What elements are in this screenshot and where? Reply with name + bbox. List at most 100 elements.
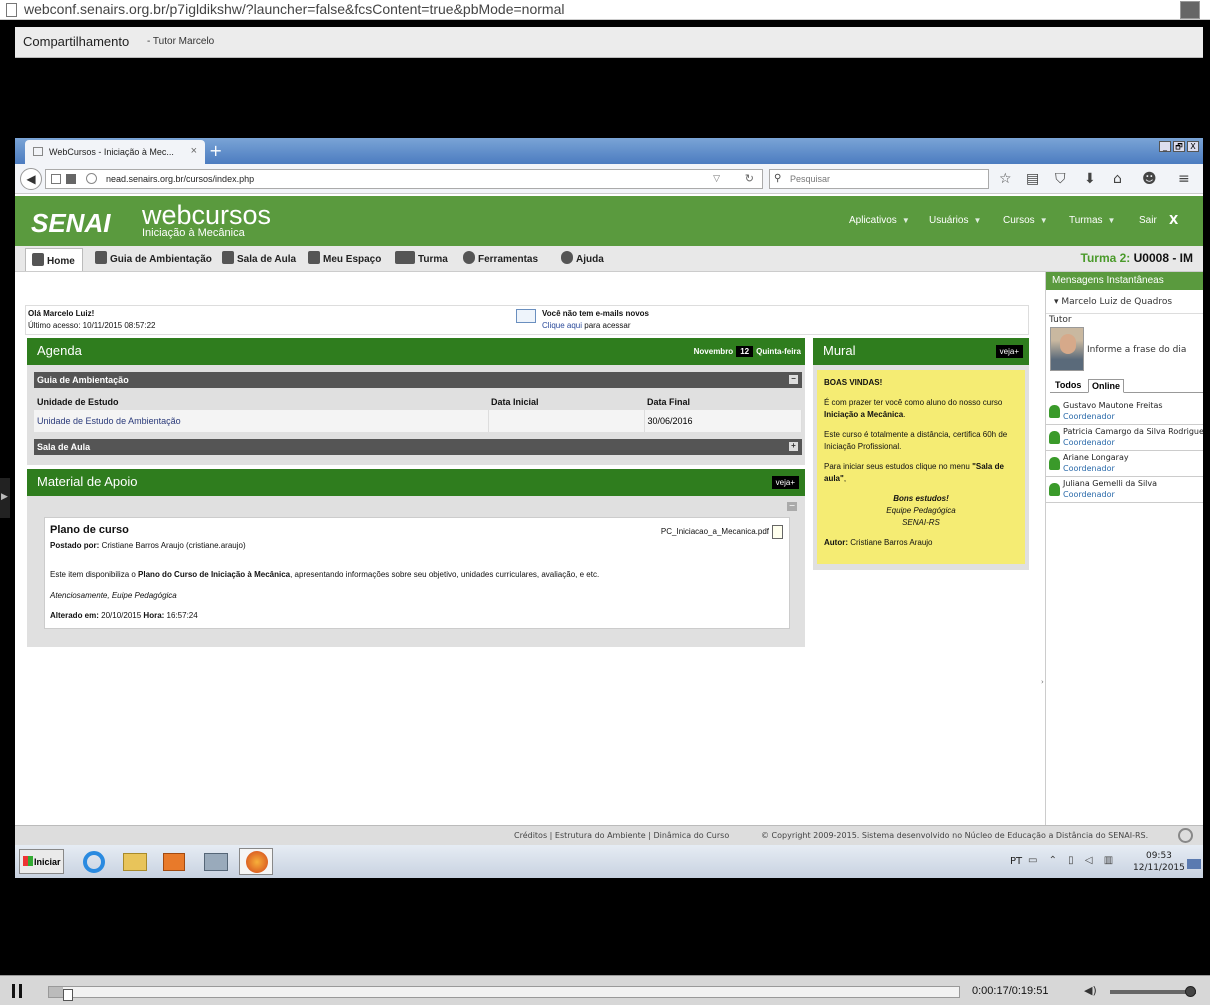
altered-label: Alterado em:	[50, 611, 99, 620]
menu-sair[interactable]: Sair	[1139, 215, 1157, 226]
corner-icon[interactable]	[1180, 1, 1200, 19]
new-tab-button[interactable]: +	[209, 141, 222, 160]
p1-prefix: É com prazer ter você como aluno do noss…	[824, 398, 1003, 407]
firefox-taskbar-icon[interactable]	[239, 848, 273, 875]
bookmark-star-icon[interactable]: ☆	[999, 171, 1012, 187]
menu-usuarios[interactable]: Usuários ▼	[929, 215, 981, 226]
user-name: Gustavo Mautone Freitas	[1063, 401, 1163, 410]
screenshot-icon[interactable]	[66, 174, 76, 184]
minimize-button[interactable]: _	[1159, 141, 1171, 152]
clock[interactable]: 09:53 12/11/2015	[1133, 850, 1185, 874]
tab-favicon-icon	[33, 147, 43, 156]
start-button[interactable]: Iniciar	[19, 849, 64, 874]
outer-url[interactable]: webconf.senairs.org.br/p7igldikshw/?laun…	[24, 1, 564, 17]
download-icon[interactable]: ⬇	[1084, 171, 1096, 187]
mail-link[interactable]: Clique aqui	[542, 321, 582, 330]
history-icon[interactable]	[51, 174, 61, 184]
material-header: Material de Apoio veja+	[27, 469, 805, 496]
browser-tab[interactable]: WebCursos - Iniciação à Mec... ×	[25, 140, 205, 164]
agenda-table: Unidade de Estudo Data Inicial Data Fina…	[34, 394, 802, 432]
search-input[interactable]: ⚲ Pesquisar	[769, 169, 989, 189]
list-item[interactable]: Patricia Camargo da Silva Rodrigues Coord…	[1046, 425, 1203, 451]
back-arrow-icon[interactable]: ◀	[20, 168, 42, 190]
agenda-month: Novembro	[693, 347, 734, 356]
nav-label: Meu Espaço	[323, 254, 382, 265]
menu-icon[interactable]: ≡	[1178, 171, 1190, 187]
media-player-taskbar-icon[interactable]	[157, 848, 191, 875]
agenda-section-sala[interactable]: Sala de Aula +	[34, 439, 802, 455]
media-icon	[163, 853, 185, 871]
chat-icon[interactable]: ☻	[1142, 171, 1157, 187]
dropdown-icon[interactable]: ▽	[713, 173, 720, 184]
logout-x-icon[interactable]: X	[1169, 213, 1178, 227]
user-name: Patricia Camargo da Silva Rodrigues	[1063, 427, 1203, 436]
nav-meu-espaco[interactable]: Meu Espaço	[308, 251, 381, 265]
side-expand-arrow-icon[interactable]: ▶	[0, 478, 10, 518]
envelope-icon[interactable]	[516, 309, 536, 323]
tray-icons[interactable]: ▭ ⌃ ▯ ◁ ▥	[1028, 855, 1117, 866]
menu-aplicativos[interactable]: Aplicativos ▼	[849, 215, 910, 226]
material-more-button[interactable]: veja+	[771, 476, 799, 489]
picture-taskbar-icon[interactable]	[199, 848, 233, 875]
address-text[interactable]: nead.senairs.org.br/cursos/index.php	[106, 174, 254, 184]
close-window-button[interactable]: X	[1187, 141, 1199, 152]
nav-turma[interactable]: Turma	[395, 251, 448, 265]
folder-icon	[123, 853, 147, 871]
volume-slider[interactable]	[1110, 986, 1196, 997]
chevron-down-icon[interactable]: ▾	[1054, 297, 1059, 307]
explorer-taskbar-icon[interactable]	[117, 848, 151, 875]
pause-icon[interactable]	[12, 984, 22, 998]
home-icon[interactable]: ⌂	[1113, 171, 1122, 187]
mail-status: Você não tem e-mails novos	[542, 309, 649, 318]
file-link[interactable]: PC_Iniciacao_a_Mecanica.pdf	[661, 527, 769, 536]
home-icon	[32, 253, 44, 266]
progress-bar[interactable]	[48, 986, 960, 1001]
outer-address-bar[interactable]: webconf.senairs.org.br/p7igldikshw/?laun…	[0, 0, 1210, 20]
collapse-icon[interactable]: −	[787, 502, 797, 511]
nav-ajuda[interactable]: Ajuda	[561, 251, 604, 265]
language-indicator[interactable]: PT	[1010, 856, 1022, 867]
reload-icon[interactable]: ↻	[745, 172, 754, 185]
collapse-icon[interactable]: −	[789, 375, 798, 384]
ie-taskbar-icon[interactable]	[77, 848, 111, 875]
nav-label: Sala de Aula	[237, 254, 297, 265]
maximize-button[interactable]: 🗗	[1173, 141, 1185, 152]
list-item[interactable]: Gustavo Mautone Freitas Coordenador	[1046, 399, 1203, 425]
pocket-icon[interactable]: ⛉	[1055, 171, 1066, 187]
unit-link[interactable]: Unidade de Estudo de Ambientação	[34, 410, 489, 432]
progress-handle[interactable]	[63, 989, 73, 1001]
author-label: Autor:	[824, 538, 848, 547]
pdf-file-icon[interactable]	[772, 525, 783, 539]
menu-cursos[interactable]: Cursos ▼	[1003, 215, 1048, 226]
p3-prefix: Para iniciar seus estudos clique no menu	[824, 462, 973, 471]
list-item[interactable]: Juliana Gemelli da Silva Coordenador	[1046, 477, 1203, 503]
tab-close-icon[interactable]: ×	[191, 145, 197, 157]
mural-more-button[interactable]: veja+	[995, 345, 1023, 358]
volume-handle[interactable]	[1185, 986, 1196, 997]
phrase-of-day-input[interactable]: Informe a frase do dia	[1087, 345, 1186, 355]
avatar	[1050, 327, 1084, 371]
tab-todos[interactable]: Todos	[1052, 379, 1084, 391]
nav-home[interactable]: Home	[25, 248, 83, 271]
senai-logo[interactable]: SENAI	[31, 208, 110, 239]
nav-guia-ambientacao[interactable]: Guia de Ambientação	[95, 251, 212, 265]
expand-icon[interactable]: +	[789, 442, 798, 451]
list-item[interactable]: Ariane Longaray Coordenador	[1046, 451, 1203, 477]
reading-list-icon[interactable]: ▤	[1026, 171, 1039, 187]
footer-links[interactable]: Créditos | Estrutura do Ambiente | Dinâm…	[514, 831, 729, 840]
volume-icon[interactable]: ◀)	[1084, 984, 1100, 998]
address-bar[interactable]: nead.senairs.org.br/cursos/index.php ▽ ↻	[45, 169, 763, 189]
mural-title: Mural	[823, 343, 856, 358]
menu-turmas[interactable]: Turmas ▼	[1069, 215, 1115, 226]
agenda-day: 12	[736, 346, 754, 357]
tab-online[interactable]: Online	[1088, 379, 1125, 393]
nav-ferramentas[interactable]: Ferramentas	[463, 251, 538, 265]
end-date: 30/06/2016	[644, 410, 802, 432]
panel-collapse-icon[interactable]: ›	[1041, 678, 1045, 688]
agenda-section-guia[interactable]: Guia de Ambientação −	[34, 372, 802, 388]
desc-suffix: , apresentando informações sobre seu obj…	[290, 570, 600, 579]
nav-sala-aula[interactable]: Sala de Aula	[222, 251, 296, 265]
show-desktop-icon[interactable]	[1187, 859, 1201, 869]
footer: Créditos | Estrutura do Ambiente | Dinâm…	[15, 825, 1203, 845]
current-user[interactable]: ▾ Marcelo Luiz de Quadros	[1046, 294, 1203, 314]
